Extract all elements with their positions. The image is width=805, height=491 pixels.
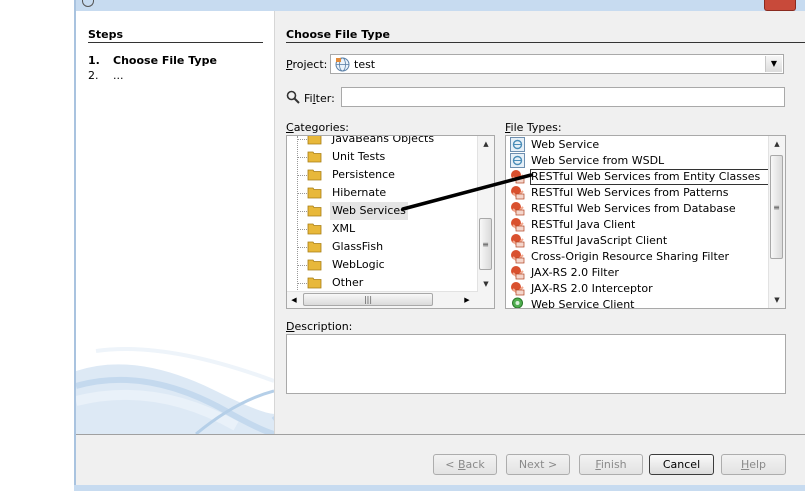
title-divider: [286, 42, 805, 43]
help-button[interactable]: Help: [721, 454, 786, 475]
tree-item-label: XML: [332, 222, 356, 235]
finish-button[interactable]: Finish: [579, 454, 643, 475]
categories-horizontal-scrollbar[interactable]: ◀ ||| ▶: [287, 291, 478, 308]
step-item-1: 1. Choose File Type: [88, 54, 217, 67]
list-item-label: Web Service: [531, 138, 600, 151]
restful-icon: [511, 170, 525, 184]
tree-item-label: Other: [332, 276, 364, 289]
scroll-down-icon[interactable]: ▼: [478, 276, 494, 292]
scroll-up-icon[interactable]: ▲: [478, 136, 494, 152]
scrollbar-thumb[interactable]: ≡: [770, 155, 783, 259]
step-label: Choose File Type: [113, 54, 217, 67]
back-button[interactable]: < Back: [433, 454, 497, 475]
restful-icon: [511, 282, 525, 296]
folder-icon: [307, 259, 322, 271]
step-number: 2.: [88, 69, 99, 82]
scroll-up-icon[interactable]: ▲: [769, 136, 785, 152]
page-title: Choose File Type: [286, 28, 390, 41]
folder-icon: [307, 151, 322, 163]
steps-pane: Steps 1. Choose File Type 2....: [76, 11, 275, 434]
scroll-right-icon[interactable]: ▶: [460, 292, 474, 308]
tree-item-label: JavaBeans Objects: [332, 135, 435, 145]
categories-tree[interactable]: JavaBeans Objects Unit Tests Persistence…: [286, 135, 495, 309]
project-value: test: [354, 58, 376, 71]
scroll-down-icon[interactable]: ▼: [769, 292, 785, 308]
folder-icon: [307, 169, 322, 181]
step-number: 1.: [88, 54, 100, 67]
list-item-label: Cross-Origin Resource Sharing Filter: [531, 250, 730, 263]
web-service-icon: [510, 153, 525, 168]
file-types-list[interactable]: Web Service Web Service from WSDL RESTfu…: [505, 135, 786, 309]
scrollbar-corner: [478, 292, 494, 308]
categories-vertical-scrollbar[interactable]: ▲ ≡ ▼: [477, 136, 494, 292]
list-item-label: Web Service Client: [531, 298, 635, 309]
tree-item-label: Persistence: [332, 168, 395, 181]
wizard-button-bar: < Back Next > Finish Cancel Help: [76, 434, 805, 486]
list-item-label: JAX-RS 2.0 Filter: [531, 266, 619, 279]
folder-icon: [307, 277, 322, 289]
list-item-label: JAX-RS 2.0 Interceptor: [531, 282, 653, 295]
search-icon: [286, 90, 300, 104]
description-label: Description:: [286, 320, 353, 333]
description-area: [286, 334, 786, 394]
filter-input[interactable]: [341, 87, 785, 107]
restful-icon: [511, 234, 525, 248]
web-service-icon: [510, 137, 525, 152]
steps-divider: [88, 42, 263, 43]
tree-item-label: WebLogic: [332, 258, 385, 271]
folder-icon: [307, 136, 322, 145]
choose-file-type-panel: Choose File Type Project: test ▼ Filter:…: [275, 11, 805, 434]
scroll-left-icon[interactable]: ◀: [287, 292, 301, 308]
step-item-2: 2....: [88, 69, 124, 82]
chevron-down-icon[interactable]: ▼: [765, 56, 782, 72]
file-types-vertical-scrollbar[interactable]: ▲ ≡ ▼: [768, 136, 785, 308]
folder-icon: [307, 223, 322, 235]
restful-icon: [511, 250, 525, 264]
file-types-label: File Types:: [505, 121, 562, 134]
folder-icon: [307, 205, 322, 217]
list-item-label: RESTful Web Services from Database: [531, 202, 736, 215]
restful-icon: [511, 218, 525, 232]
scrollbar-thumb[interactable]: ≡: [479, 218, 492, 270]
web-service-client-icon: [512, 297, 523, 308]
tree-item-label: Web Services: [330, 202, 408, 220]
folder-icon: [307, 241, 322, 253]
filter-label: Filter:: [304, 92, 335, 105]
project-label: Project:: [286, 58, 328, 71]
project-dropdown[interactable]: test ▼: [330, 54, 784, 74]
folder-icon: [307, 187, 322, 199]
list-item-label: Web Service from WSDL: [531, 154, 665, 167]
tree-item-label: Hibernate: [332, 186, 387, 199]
window-border-bottom: [74, 485, 805, 491]
restful-icon: [511, 202, 525, 216]
steps-decoration-graphic: [76, 347, 274, 434]
scrollbar-thumb[interactable]: |||: [303, 293, 433, 306]
step-label: ...: [113, 69, 124, 82]
tree-guide-line: [297, 136, 299, 296]
cancel-button[interactable]: Cancel: [649, 454, 714, 475]
tree-item-label: Unit Tests: [332, 150, 386, 163]
list-item-label: RESTful Web Services from Entity Classes: [530, 169, 785, 185]
project-globe-icon: [335, 57, 350, 72]
window-close-button[interactable]: [764, 0, 796, 11]
steps-title: Steps: [88, 28, 124, 41]
restful-icon: [511, 266, 525, 280]
restful-icon: [511, 186, 525, 200]
list-item-label: RESTful Web Services from Patterns: [531, 186, 729, 199]
next-button[interactable]: Next >: [506, 454, 570, 475]
tree-item-label: GlassFish: [332, 240, 384, 253]
list-item-label: RESTful Java Client: [531, 218, 636, 231]
list-item-label: RESTful JavaScript Client: [531, 234, 668, 247]
categories-label: Categories:: [286, 121, 350, 134]
